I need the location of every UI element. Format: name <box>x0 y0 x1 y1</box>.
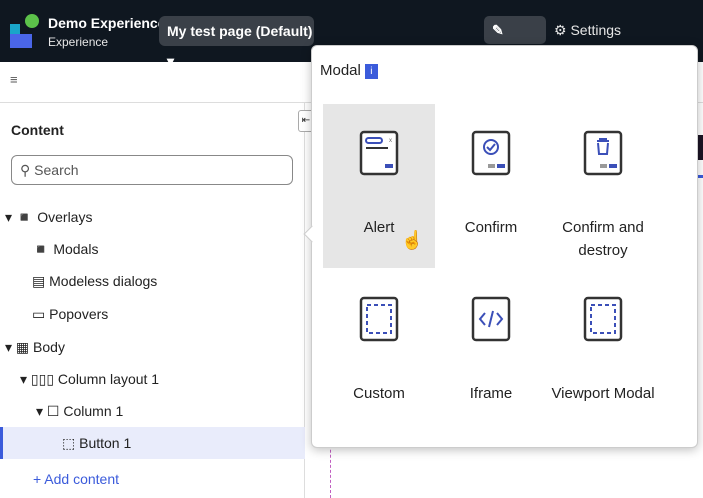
tree-item-column-layout[interactable]: ▾ ▯▯▯ Column layout 1 <box>0 363 305 395</box>
settings-button[interactable]: ⚙ Settings <box>554 22 621 39</box>
hand-cursor-icon: ☝ <box>401 230 424 250</box>
popover-title: Modal i <box>320 62 378 79</box>
app-title: Demo Experience <box>48 15 166 31</box>
dashed-box-icon <box>359 296 399 342</box>
svg-text:x: x <box>389 138 392 144</box>
trash-icon <box>583 130 623 176</box>
menu-icon[interactable]: ≡ <box>10 72 18 87</box>
modal-picker-popover: Modal i x Alert ☝ Confirm Confirm and des… <box>303 45 698 448</box>
editor-button[interactable]: ✎ Editor <box>484 16 546 66</box>
tree-item-column[interactable]: ▾ ☐ Column 1 <box>0 395 305 427</box>
info-icon[interactable]: i <box>364 63 378 79</box>
panel-heading: Content <box>11 122 64 138</box>
logo-icon <box>10 14 39 48</box>
app-subtitle: Experience <box>48 35 109 49</box>
search-icon: ⚲ <box>20 162 35 178</box>
tree-item-modals[interactable]: ◾ Modals <box>0 233 305 265</box>
tree-item-modeless-dialogs[interactable]: ▤ Modeless dialogs <box>0 265 305 297</box>
code-icon <box>471 296 511 342</box>
tree-item-popovers[interactable]: ▭ Popovers <box>0 298 305 330</box>
add-content-link[interactable]: + Add content <box>0 463 305 495</box>
search-input[interactable]: ⚲ Search <box>11 155 293 185</box>
alert-icon: x <box>359 130 399 176</box>
tile-iframe[interactable]: Iframe <box>435 270 547 434</box>
confirm-icon <box>471 130 511 176</box>
tree-item-body[interactable]: ▾ ▦ Body <box>0 331 305 363</box>
tree-item-overlays[interactable]: ▾ ◾ Overlays <box>0 201 305 233</box>
tree-item-button-selected[interactable]: ⬚ Button 1 <box>0 427 305 459</box>
tile-alert[interactable]: x Alert ☝ <box>323 104 435 268</box>
tile-confirm-and-destroy[interactable]: Confirm and destroy <box>547 104 659 268</box>
popover-pointer <box>303 225 321 243</box>
tile-confirm[interactable]: Confirm <box>435 104 547 268</box>
dashed-box-icon <box>583 296 623 342</box>
page-selector-dropdown[interactable]: My test page (Default) ▾ <box>159 16 314 69</box>
tile-custom[interactable]: Custom <box>323 270 435 434</box>
tile-viewport-modal[interactable]: Viewport Modal <box>547 270 659 434</box>
